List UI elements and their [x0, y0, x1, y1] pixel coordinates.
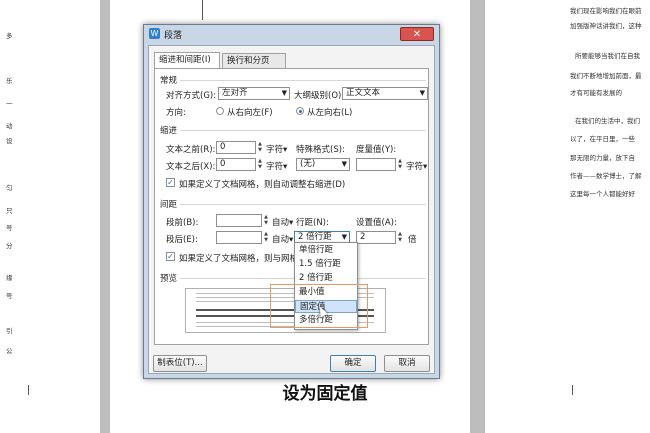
right-page-line: 我们不断地增加前面，最 [570, 72, 642, 80]
right-page-line: 作者——数学博士，了解 [570, 172, 642, 180]
right-page-line: 我们现在影响我们在眼前 [570, 7, 642, 15]
auto-right-indent-label: 如果定义了文档网格，则自动调整右缩进(D) [179, 180, 346, 190]
space-after-spinner[interactable]: ▲ ▼ [262, 231, 270, 244]
right-page-line: 以了，在平日里，一些 [570, 135, 635, 143]
indent-before-label: 文本之前(R): [166, 145, 216, 155]
measure-spinner[interactable]: ▲ ▼ [396, 158, 404, 171]
indent-after-unit[interactable]: 字符▾ [266, 160, 287, 172]
space-before-input[interactable] [216, 214, 262, 227]
alignment-label: 对齐方式(G): [166, 91, 217, 101]
ok-button[interactable]: 确定 [330, 355, 376, 372]
tab-stops-button[interactable]: 制表位(T)... [153, 355, 207, 372]
left-page-line: 设 [6, 137, 13, 145]
left-page-line: 分 [6, 242, 13, 250]
left-page-line: 只 [6, 207, 13, 215]
right-page-line: 那无限的力量，放下自 [570, 154, 635, 162]
tab-line-page-breaks[interactable]: 换行和分页(P) [222, 53, 286, 81]
indent-after-input[interactable]: 0 [216, 158, 256, 171]
space-after-input[interactable] [216, 231, 262, 244]
right-page-line: 才有可能有发展的 [570, 89, 622, 97]
section-preview: 预览 [160, 274, 178, 284]
divider [180, 130, 426, 131]
line-option-single[interactable]: 单倍行距 [295, 244, 357, 257]
special-format-select[interactable]: (无) ▼ [296, 158, 350, 171]
app-icon: W [149, 28, 160, 39]
setting-value-label: 设置值(A): [356, 218, 397, 228]
measure-unit[interactable]: 字符▾ [406, 160, 427, 172]
outline-level-select[interactable]: 正文文本 ▼ [342, 87, 428, 100]
indent-before-unit[interactable]: 字符▾ [266, 143, 287, 155]
setting-value-unit: 倍 [408, 235, 417, 245]
left-page-line: 动 [6, 122, 13, 130]
rtl-radio[interactable] [216, 107, 224, 115]
section-general: 常规 [160, 76, 178, 86]
space-before-spinner[interactable]: ▲ ▼ [262, 214, 270, 227]
left-page-line: 匀 [6, 184, 13, 192]
left-page-line: 多 [6, 32, 13, 40]
section-indent: 缩进 [160, 126, 178, 136]
dialog-titlebar[interactable]: W 段落 ✕ [144, 25, 439, 43]
divider [180, 204, 426, 205]
measure-input[interactable] [356, 158, 396, 171]
left-page-line: 号 [6, 224, 13, 232]
margin-mark [202, 0, 203, 20]
right-page-line: 所要能够当我们在自我 [575, 52, 640, 60]
indent-before-input[interactable]: 0 [216, 141, 256, 154]
left-page-line: 公 [6, 347, 13, 355]
right-page-line: 在我们的生活中，我们 [575, 117, 640, 125]
right-document-page [485, 0, 650, 433]
indent-after-label: 文本之后(X): [166, 162, 216, 172]
auto-right-indent-checkbox[interactable]: ✓ [166, 178, 175, 187]
setting-value-spinner[interactable]: ▲ ▼ [396, 231, 404, 244]
page-gap [470, 0, 485, 433]
right-page-line: 加强版神话讲我们，这种 [570, 22, 642, 30]
dialog-title: 段落 [164, 31, 183, 41]
snap-to-grid-checkbox[interactable]: ✓ [166, 252, 175, 261]
ltr-label: 从左向右(L) [307, 108, 353, 118]
line-option-1-5[interactable]: 1.5 倍行距 [295, 258, 357, 271]
page-gap [100, 0, 110, 433]
line-spacing-label: 行距(N): [296, 218, 329, 228]
left-page-line: 号 [6, 292, 13, 300]
close-button[interactable]: ✕ [400, 27, 434, 41]
setting-value-input[interactable]: 2 [356, 231, 396, 244]
space-after-unit[interactable]: 自动▾ [272, 233, 293, 245]
alignment-select[interactable]: 左对齐 ▼ [218, 87, 290, 100]
left-page-line: 引 [6, 327, 13, 335]
space-after-label: 段后(E): [166, 235, 198, 245]
left-page-line: 乐 [6, 77, 13, 85]
outline-level-label: 大纲级别(O): [294, 91, 345, 101]
video-caption: 设为固定值 [282, 384, 368, 404]
special-format-label: 特殊格式(S): [296, 145, 345, 155]
space-before-unit[interactable]: 自动▾ [272, 216, 293, 228]
divider [180, 80, 426, 81]
section-spacing: 间距 [160, 200, 178, 210]
tab-indent-spacing[interactable]: 缩进和间距(I) [154, 52, 220, 68]
rtl-label: 从右向左(F) [227, 108, 273, 118]
measure-label: 度量值(Y): [356, 145, 397, 155]
space-before-label: 段前(B): [166, 218, 199, 228]
left-page-line: 一 [6, 100, 13, 108]
indent-after-spinner[interactable]: ▲ ▼ [256, 158, 264, 171]
direction-label: 方向: [166, 108, 186, 118]
indent-before-spinner[interactable]: ▲ ▼ [256, 141, 264, 154]
left-page-line: 缘 [6, 274, 13, 282]
right-page-line: 这里每一个人都能好好 [570, 190, 635, 198]
cancel-button[interactable]: 取消 [384, 355, 430, 372]
ltr-radio[interactable] [296, 107, 304, 115]
left-document-page [0, 0, 100, 433]
